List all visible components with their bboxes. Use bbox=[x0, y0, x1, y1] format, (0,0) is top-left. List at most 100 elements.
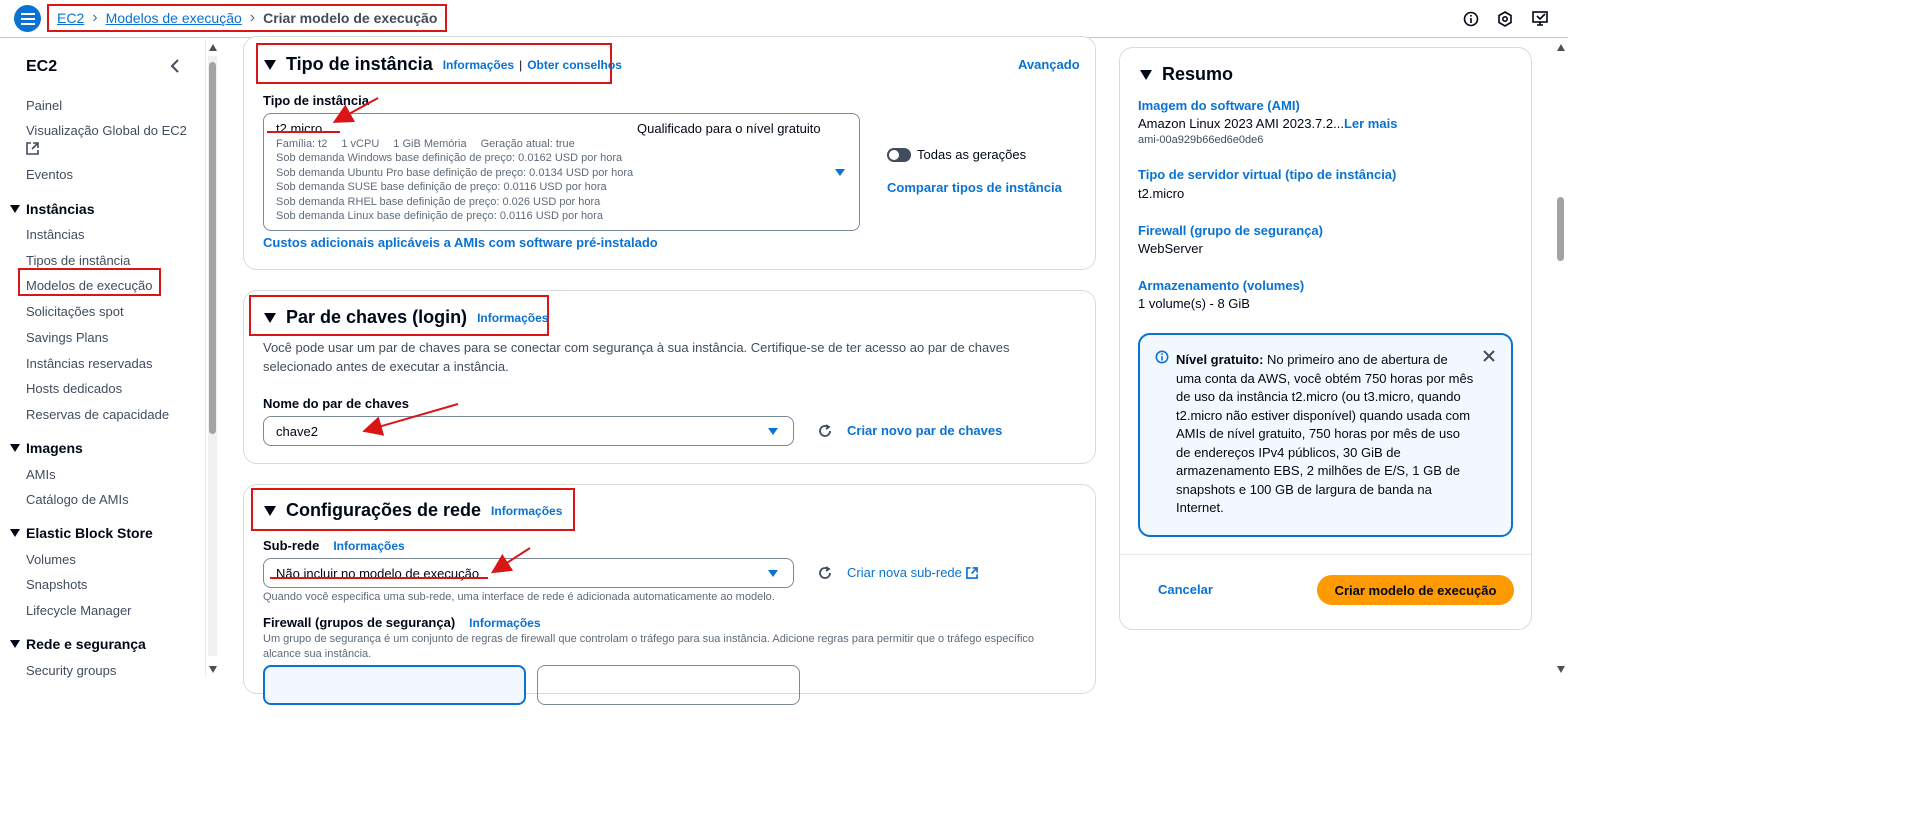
sidebar-item-savings-plans[interactable]: Savings Plans bbox=[26, 330, 108, 346]
separator: | bbox=[519, 57, 523, 72]
subnet-hint: Quando você especifica uma sub-rede, uma… bbox=[263, 591, 775, 603]
chevron-left-icon[interactable] bbox=[170, 59, 180, 76]
caret-down-icon bbox=[768, 570, 778, 577]
annotation-box bbox=[18, 268, 161, 296]
sidebar-item-global-view[interactable]: Visualização Global do EC2 bbox=[26, 123, 187, 159]
storage-summary-link[interactable]: Armazenamento (volumes) bbox=[1138, 278, 1304, 293]
create-subnet-link[interactable]: Criar nova sub-rede bbox=[847, 565, 962, 580]
subnet-select[interactable]: Não incluir no modelo de execução bbox=[263, 558, 794, 588]
sidebar-item-amis[interactable]: AMIs bbox=[26, 467, 56, 483]
sidebar-section-ebs[interactable]: Elastic Block Store bbox=[10, 525, 153, 541]
advanced-link[interactable]: Avançado bbox=[1018, 57, 1080, 72]
refresh-icon[interactable] bbox=[817, 423, 833, 442]
key-pair-label: Nome do par de chaves bbox=[263, 396, 409, 411]
compare-instance-types-link[interactable]: Comparar tipos de instância bbox=[887, 180, 1062, 195]
create-key-pair-link[interactable]: Criar novo par de chaves bbox=[847, 423, 1002, 438]
caret-down-icon[interactable] bbox=[264, 59, 276, 70]
caret-down-icon bbox=[10, 640, 20, 648]
section-title: Par de chaves (login) bbox=[286, 307, 468, 327]
section-title: Configurações de rede bbox=[286, 500, 482, 520]
firewall-option-new[interactable] bbox=[537, 665, 800, 705]
info-link[interactable]: Informações bbox=[477, 311, 548, 325]
scroll-up-icon[interactable] bbox=[1557, 44, 1565, 51]
get-advice-link[interactable]: Obter conselhos bbox=[527, 58, 622, 72]
scroll-down-icon[interactable] bbox=[209, 666, 217, 673]
firewall-summary-link[interactable]: Firewall (grupo de segurança) bbox=[1138, 223, 1323, 238]
subnet-label-row: Sub-rede Informações bbox=[263, 538, 405, 553]
key-pair-select[interactable]: chave2 bbox=[263, 416, 794, 446]
instance-type-summary-link[interactable]: Tipo de servidor virtual (tipo de instân… bbox=[1138, 167, 1396, 182]
sidebar-item-lifecycle-manager[interactable]: Lifecycle Manager bbox=[26, 603, 132, 619]
sidebar-item-events[interactable]: Eventos bbox=[26, 167, 73, 183]
sidebar-item-security-groups[interactable]: Security groups bbox=[26, 663, 116, 679]
sidebar-item-reserved-instances[interactable]: Instâncias reservadas bbox=[26, 356, 152, 372]
caret-down-icon[interactable] bbox=[264, 312, 276, 323]
close-icon[interactable] bbox=[1482, 349, 1496, 366]
pricing-suse: Sob demanda SUSE base definição de preço… bbox=[276, 181, 607, 193]
all-generations-label: Todas as gerações bbox=[917, 147, 1027, 162]
summary-panel: Resumo Imagem do software (AMI) Amazon L… bbox=[1119, 47, 1532, 630]
free-tier-eligible: Qualificado para o nível gratuito bbox=[637, 121, 821, 136]
sidebar-section-instances[interactable]: Instâncias bbox=[10, 201, 94, 217]
firewall-option-existing[interactable] bbox=[263, 665, 526, 705]
refresh-icon[interactable] bbox=[817, 565, 833, 584]
sidebar-item-instances[interactable]: Instâncias bbox=[26, 227, 85, 243]
storage-summary-value: 1 volume(s) - 8 GiB bbox=[1138, 296, 1250, 311]
scroll-down-icon[interactable] bbox=[1557, 666, 1565, 673]
cancel-button[interactable]: Cancelar bbox=[1158, 582, 1213, 597]
caret-down-icon bbox=[10, 205, 20, 213]
pricing-windows: Sob demanda Windows base definição de pr… bbox=[276, 152, 623, 164]
instance-type-panel: Tipo de instância Informações | Obter co… bbox=[243, 36, 1096, 270]
sidebar-section-network-security[interactable]: Rede e segurança bbox=[10, 636, 146, 652]
additional-costs-link[interactable]: Custos adicionais aplicáveis a AMIs com … bbox=[263, 235, 658, 250]
sidebar-item-instance-types[interactable]: Tipos de instância bbox=[26, 253, 130, 269]
info-link[interactable]: Informações bbox=[491, 504, 562, 518]
scrollbar-thumb[interactable] bbox=[209, 62, 216, 434]
caret-down-icon[interactable] bbox=[1140, 69, 1152, 80]
breadcrumb-ec2[interactable]: EC2 bbox=[57, 10, 84, 26]
chevron-right-icon: › bbox=[249, 9, 256, 26]
firewall-summary-value: WebServer bbox=[1138, 241, 1203, 256]
sidebar-item-capacity-reservations[interactable]: Reservas de capacidade bbox=[26, 407, 169, 423]
settings-hex-icon[interactable] bbox=[1496, 10, 1514, 28]
sidebar-item-spot-requests[interactable]: Solicitações spot bbox=[26, 304, 124, 320]
menu-icon[interactable] bbox=[14, 5, 41, 32]
network-header: Configurações de rede Informações bbox=[264, 500, 562, 521]
sidebar-item-dashboard[interactable]: Painel bbox=[26, 98, 62, 114]
sidebar-item-ami-catalog[interactable]: Catálogo de AMIs bbox=[26, 492, 129, 508]
free-tier-bold: Nível gratuito: bbox=[1176, 352, 1264, 367]
section-label: Instâncias bbox=[26, 201, 95, 217]
sidebar-scrollbar[interactable] bbox=[208, 44, 217, 673]
ami-id: ami-00a929b66ed6e0de6 bbox=[1138, 134, 1264, 146]
info-link[interactable]: Informações bbox=[443, 58, 514, 72]
key-pair-panel: Par de chaves (login) Informações Você p… bbox=[243, 290, 1096, 464]
sidebar-item-volumes[interactable]: Volumes bbox=[26, 552, 76, 568]
sidebar-item-dedicated-hosts[interactable]: Hosts dedicados bbox=[26, 381, 122, 397]
pricing-linux: Sob demanda Linux base definição de preç… bbox=[276, 210, 603, 222]
sidebar-item-snapshots[interactable]: Snapshots bbox=[26, 577, 87, 593]
info-circle-icon[interactable] bbox=[1462, 10, 1480, 28]
read-more-link[interactable]: Ler mais bbox=[1344, 116, 1397, 131]
subnet-info-link[interactable]: Informações bbox=[333, 539, 404, 553]
subnet-value: Não incluir no modelo de execução bbox=[276, 566, 480, 581]
caret-down-icon bbox=[835, 169, 845, 176]
main-scrollbar[interactable] bbox=[1554, 39, 1568, 677]
ami-link[interactable]: Imagem do software (AMI) bbox=[1138, 98, 1300, 113]
caret-down-icon bbox=[10, 529, 20, 537]
instance-type-select[interactable]: t2.micro Qualificado para o nível gratui… bbox=[263, 113, 860, 231]
sidebar-section-images[interactable]: Imagens bbox=[10, 440, 83, 456]
all-generations-toggle[interactable] bbox=[887, 148, 911, 162]
notifications-icon[interactable] bbox=[1532, 10, 1550, 28]
create-subnet-link-wrap[interactable]: Criar nova sub-rede bbox=[847, 565, 978, 580]
caret-down-icon[interactable] bbox=[264, 505, 276, 516]
create-launch-template-button[interactable]: Criar modelo de execução bbox=[1317, 575, 1514, 605]
instance-type-summary-value: t2.micro bbox=[1138, 186, 1185, 201]
firewall-info-link[interactable]: Informações bbox=[469, 616, 540, 630]
breadcrumb: EC2 › Modelos de execução › Criar modelo… bbox=[47, 4, 448, 32]
spec-family: Família: t2 bbox=[276, 138, 328, 150]
subnet-label: Sub-rede bbox=[263, 538, 320, 553]
scroll-up-icon[interactable] bbox=[209, 44, 217, 51]
breadcrumb-launch-templates[interactable]: Modelos de execução bbox=[106, 10, 242, 26]
scrollbar-thumb[interactable] bbox=[1557, 197, 1564, 261]
caret-down-icon bbox=[10, 444, 20, 452]
